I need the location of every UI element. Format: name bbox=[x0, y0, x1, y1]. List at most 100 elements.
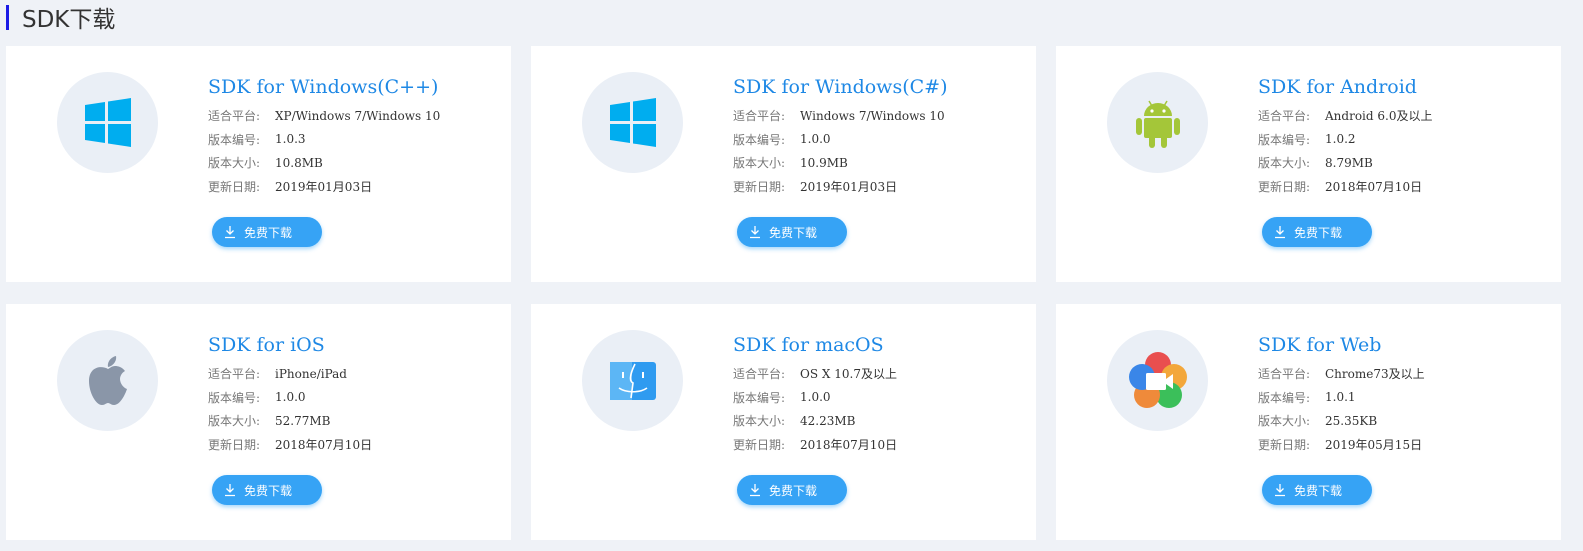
platform-value: Chrome73及以上 bbox=[1325, 367, 1425, 382]
sdk-card-windows-cpp: SDK for Windows(C++) 适合平台: XP/Windows 7/W… bbox=[6, 46, 511, 282]
card-title: SDK for Android bbox=[1258, 76, 1417, 98]
size-label: 版本大小: bbox=[208, 156, 261, 171]
card-info: 适合平台: Chrome73及以上 版本编号: 1.0.1 版本大小: 25.35KB… bbox=[1258, 362, 1425, 456]
card-info: 适合平台: XP/Windows 7/Windows 10 版本编号: 1.0.3 … bbox=[208, 104, 440, 198]
sdk-card-web: SDK for Web 适合平台: Chrome73及以上 版本编号: 1.0.1 … bbox=[1056, 304, 1561, 540]
icon-circle bbox=[582, 330, 683, 431]
version-value: 1.0.0 bbox=[800, 390, 831, 405]
download-button[interactable]: 免费下载 bbox=[737, 475, 847, 505]
card-title: SDK for Web bbox=[1258, 334, 1382, 356]
download-button[interactable]: 免费下载 bbox=[737, 217, 847, 247]
icon-circle bbox=[1107, 330, 1208, 431]
platform-row: 适合平台: Android 6.0及以上 bbox=[1258, 104, 1432, 128]
icon-circle bbox=[57, 72, 158, 173]
download-button-label: 免费下载 bbox=[769, 225, 818, 240]
size-label: 版本大小: bbox=[1258, 414, 1311, 429]
sdk-card-macos: SDK for macOS 适合平台: OS X 10.7及以上 版本编号: 1.0… bbox=[531, 304, 1036, 540]
card-title: SDK for macOS bbox=[733, 334, 884, 356]
windows-icon bbox=[84, 97, 131, 147]
size-label: 版本大小: bbox=[733, 414, 786, 429]
version-row: 版本编号: 1.0.3 bbox=[208, 128, 440, 152]
card-title: SDK for Windows(C++) bbox=[208, 76, 439, 98]
download-button-label: 免费下载 bbox=[1294, 225, 1343, 240]
date-value: 2018年07月10日 bbox=[275, 437, 373, 452]
section-title-bar bbox=[6, 4, 9, 30]
date-label: 更新日期: bbox=[733, 179, 786, 194]
date-value: 2018年07月10日 bbox=[1325, 179, 1423, 194]
download-button[interactable]: 免费下载 bbox=[1262, 217, 1372, 247]
section-title: SDK下载 bbox=[22, 7, 116, 33]
download-button-label: 免费下载 bbox=[244, 483, 293, 498]
icon-circle bbox=[582, 72, 683, 173]
section-header: SDK下载 bbox=[6, 4, 115, 33]
date-row: 更新日期: 2018年07月10日 bbox=[733, 433, 897, 457]
download-icon bbox=[750, 226, 760, 239]
version-value: 1.0.0 bbox=[800, 132, 831, 147]
webrtc-icon bbox=[1128, 351, 1187, 408]
card-info: 适合平台: OS X 10.7及以上 版本编号: 1.0.0 版本大小: 42.23M… bbox=[733, 362, 897, 456]
version-label: 版本编号: bbox=[208, 132, 261, 147]
size-value: 8.79MB bbox=[1325, 155, 1373, 170]
download-icon bbox=[1275, 484, 1285, 497]
sdk-card-ios: SDK for iOS 适合平台: iPhone/iPad 版本编号: 1.0.0 … bbox=[6, 304, 511, 540]
size-value: 10.9MB bbox=[800, 155, 848, 170]
download-button[interactable]: 免费下载 bbox=[212, 475, 322, 505]
platform-value: OS X 10.7及以上 bbox=[800, 367, 897, 382]
download-icon bbox=[225, 226, 235, 239]
download-icon bbox=[750, 484, 760, 497]
version-row: 版本编号: 1.0.1 bbox=[1258, 386, 1425, 410]
platform-label: 适合平台: bbox=[208, 109, 261, 124]
platform-value: iPhone/iPad bbox=[275, 366, 347, 381]
download-button[interactable]: 免费下载 bbox=[212, 217, 322, 247]
finder-icon bbox=[609, 361, 656, 400]
platform-value: XP/Windows 7/Windows 10 bbox=[275, 108, 441, 123]
size-value: 42.23MB bbox=[800, 413, 856, 428]
platform-label: 适合平台: bbox=[1258, 109, 1311, 124]
size-row: 版本大小: 10.9MB bbox=[733, 151, 945, 175]
download-button-label: 免费下载 bbox=[244, 225, 293, 240]
date-row: 更新日期: 2018年07月10日 bbox=[1258, 175, 1432, 199]
version-row: 版本编号: 1.0.0 bbox=[733, 386, 897, 410]
card-info: 适合平台: iPhone/iPad 版本编号: 1.0.0 版本大小: 52.77MB… bbox=[208, 362, 372, 456]
size-row: 版本大小: 42.23MB bbox=[733, 409, 897, 433]
card-info: 适合平台: Android 6.0及以上 版本编号: 1.0.2 版本大小: 8.79… bbox=[1258, 104, 1432, 198]
date-row: 更新日期: 2019年01月03日 bbox=[733, 175, 945, 199]
version-value: 1.0.3 bbox=[275, 132, 306, 147]
android-icon bbox=[1135, 100, 1180, 148]
card-title: SDK for Windows(C#) bbox=[733, 76, 948, 98]
windows-icon bbox=[609, 97, 656, 147]
date-label: 更新日期: bbox=[208, 179, 261, 194]
platform-label: 适合平台: bbox=[1258, 367, 1311, 382]
date-row: 更新日期: 2019年05月15日 bbox=[1258, 433, 1425, 457]
version-label: 版本编号: bbox=[1258, 132, 1311, 147]
icon-circle bbox=[1107, 72, 1208, 173]
size-row: 版本大小: 10.8MB bbox=[208, 151, 440, 175]
platform-row: 适合平台: iPhone/iPad bbox=[208, 362, 372, 386]
size-row: 版本大小: 52.77MB bbox=[208, 409, 372, 433]
version-label: 版本编号: bbox=[733, 390, 786, 405]
size-value: 25.35KB bbox=[1325, 413, 1378, 428]
platform-row: 适合平台: XP/Windows 7/Windows 10 bbox=[208, 104, 440, 128]
date-value: 2019年05月15日 bbox=[1325, 437, 1423, 452]
version-row: 版本编号: 1.0.0 bbox=[208, 386, 372, 410]
version-row: 版本编号: 1.0.0 bbox=[733, 128, 945, 152]
sdk-card-android: SDK for Android 适合平台: Android 6.0及以上 版本编号… bbox=[1056, 46, 1561, 282]
platform-row: 适合平台: Chrome73及以上 bbox=[1258, 362, 1425, 386]
date-label: 更新日期: bbox=[1258, 179, 1311, 194]
date-row: 更新日期: 2018年07月10日 bbox=[208, 433, 372, 457]
download-icon bbox=[225, 484, 235, 497]
platform-label: 适合平台: bbox=[733, 109, 786, 124]
download-button-label: 免费下载 bbox=[769, 483, 818, 498]
version-value: 1.0.2 bbox=[1325, 132, 1356, 147]
download-button[interactable]: 免费下载 bbox=[1262, 475, 1372, 505]
version-label: 版本编号: bbox=[733, 132, 786, 147]
download-button-label: 免费下载 bbox=[1294, 483, 1343, 498]
size-label: 版本大小: bbox=[208, 414, 261, 429]
date-label: 更新日期: bbox=[1258, 437, 1311, 452]
version-row: 版本编号: 1.0.2 bbox=[1258, 128, 1432, 152]
date-label: 更新日期: bbox=[208, 437, 261, 452]
version-label: 版本编号: bbox=[208, 390, 261, 405]
size-row: 版本大小: 25.35KB bbox=[1258, 409, 1425, 433]
download-icon bbox=[1275, 226, 1285, 239]
date-value: 2019年01月03日 bbox=[275, 179, 373, 194]
